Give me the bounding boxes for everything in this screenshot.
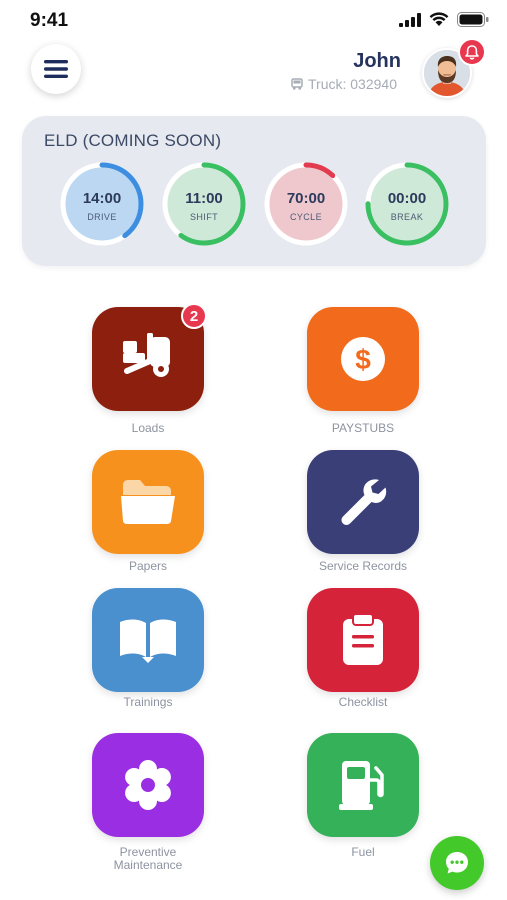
dollar-icon: $ <box>337 333 389 385</box>
book-icon <box>117 617 179 663</box>
truck-label: Truck: 032940 <box>308 76 397 92</box>
tile-button[interactable] <box>92 588 204 692</box>
status-time: 9:41 <box>30 10 69 31</box>
tile-label: Papers <box>128 559 168 573</box>
chat-button[interactable] <box>430 836 484 890</box>
truck-icon <box>291 78 303 90</box>
menu-button[interactable] <box>31 44 81 94</box>
gauge-label: SHIFT <box>190 212 218 222</box>
tile-label: Preventive Maintenance <box>113 845 183 872</box>
count-badge: 2 <box>181 303 207 329</box>
tile-label: PAYSTUBS <box>331 421 395 435</box>
gauge-value: 14:00 <box>82 190 122 207</box>
tile-label: Fuel <box>351 845 375 859</box>
gauge-value: 70:00 <box>286 190 326 207</box>
dolly-icon <box>117 333 179 385</box>
svg-text:$: $ <box>355 344 371 375</box>
eld-gauge-cycle: 70:00 CYCLE <box>262 160 350 248</box>
notification-button[interactable] <box>458 38 486 66</box>
eld-gauge-break: 00:00 BREAK <box>363 160 451 248</box>
tile-button[interactable] <box>307 588 419 692</box>
gauge-label: CYCLE <box>289 212 322 222</box>
gear-icon <box>121 758 175 812</box>
truck-info: Truck: 032940 <box>291 76 397 92</box>
status-icons <box>399 12 489 27</box>
wifi-icon <box>429 12 449 26</box>
tile-button[interactable] <box>307 733 419 837</box>
eld-gauge-shift: 11:00 SHIFT <box>160 160 248 248</box>
gauge-value: 11:00 <box>185 190 223 207</box>
gauge-label: BREAK <box>390 212 424 222</box>
wrench-icon <box>338 477 388 527</box>
eld-card: ELD (COMING SOON) 14:00 DRIVE 11:00 SHIFT 70… <box>22 116 486 266</box>
chat-icon <box>446 852 468 874</box>
gauge-value: 00:00 <box>387 190 427 207</box>
eld-gauge-drive: 14:00 DRIVE <box>58 160 146 248</box>
tile-label: Service Records <box>318 559 408 573</box>
hamburger-icon <box>44 60 68 78</box>
tile-button[interactable]: $ <box>307 307 419 411</box>
bell-icon <box>465 44 479 60</box>
signal-icon <box>399 12 421 27</box>
user-name: John <box>353 50 401 72</box>
tile-button[interactable] <box>92 733 204 837</box>
folder-icon <box>120 479 176 525</box>
tile-label: Loads <box>131 421 165 435</box>
tile-label: Checklist <box>338 695 388 709</box>
tile-button[interactable] <box>307 450 419 554</box>
tile-label: Trainings <box>123 695 173 709</box>
tile-button[interactable] <box>92 450 204 554</box>
battery-icon <box>457 12 489 27</box>
gauge-label: DRIVE <box>87 212 117 222</box>
eld-title: ELD (COMING SOON) <box>44 131 222 150</box>
clipboard-icon <box>340 613 386 667</box>
fuel-pump-icon <box>337 758 389 812</box>
